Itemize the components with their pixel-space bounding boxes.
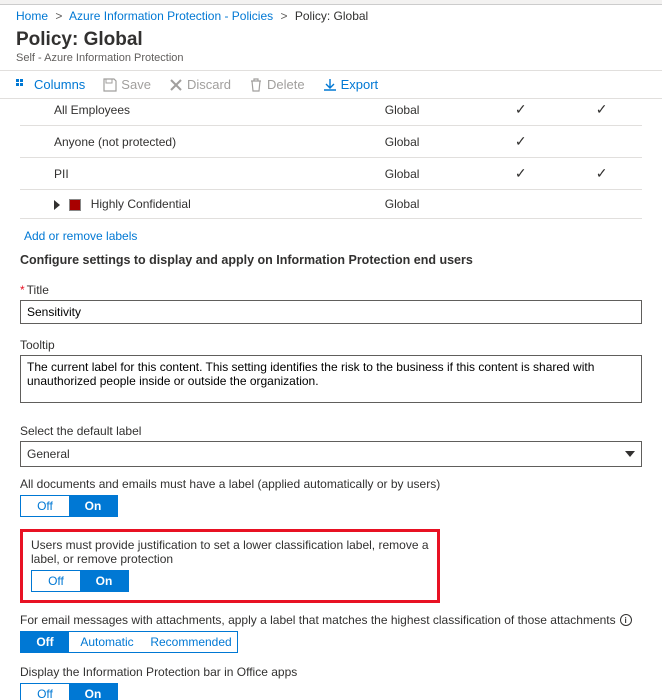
check-icon: ✓ [480,94,561,126]
empty-cell [561,190,642,219]
toggle-off[interactable]: Off [21,496,69,516]
setting-text: Display the Information Protection bar i… [20,665,642,679]
table-row-expandable[interactable]: Highly Confidential Global [20,190,642,219]
breadcrumb-sep: > [55,9,62,23]
breadcrumb-current: Policy: Global [295,9,368,23]
highlighted-setting: Users must provide justification to set … [20,529,440,603]
setting-text: Users must provide justification to set … [31,538,429,566]
check-icon: ✓ [561,158,642,190]
label-name: PII [20,158,381,190]
toggle-justification[interactable]: Off On [31,570,129,592]
check-icon: ✓ [480,158,561,190]
table-row[interactable]: All Employees Global ✓ ✓ [20,94,642,126]
toggle-on[interactable]: On [69,684,117,700]
toggle-off[interactable]: Off [21,684,69,700]
breadcrumb-policies[interactable]: Azure Information Protection - Policies [69,9,273,23]
content-scroll[interactable]: All Employees Global ✓ ✓ Anyone (not pro… [0,90,662,700]
title-input[interactable] [20,300,642,324]
label-scope: Global [381,126,481,158]
label-scope: Global [381,94,481,126]
default-label-select[interactable]: General [20,441,642,467]
toggle-on[interactable]: On [69,496,117,516]
breadcrumb: Home > Azure Information Protection - Po… [0,5,662,27]
setting-text: For email messages with attachments, app… [20,613,642,627]
info-icon[interactable]: i [620,614,632,626]
add-remove-labels-link[interactable]: Add or remove labels [20,225,137,251]
breadcrumb-home[interactable]: Home [16,9,48,23]
toggle-on[interactable]: On [80,571,128,591]
label-scope: Global [381,158,481,190]
toggle-display-bar[interactable]: Off On [20,683,118,700]
empty-cell [561,126,642,158]
label-name: All Employees [20,94,381,126]
default-label-value: General [27,447,70,461]
tooltip-field-label: Tooltip [20,338,642,352]
labels-table: All Employees Global ✓ ✓ Anyone (not pro… [20,94,642,219]
toggle-off[interactable]: Off [32,571,80,591]
setting-attachments: For email messages with attachments, app… [20,613,642,653]
default-label-field-label: Select the default label [20,424,642,438]
page-header: Policy: Global Self - Azure Information … [0,27,662,70]
tooltip-textarea[interactable] [20,355,642,403]
label-text: Highly Confidential [91,197,191,211]
toggle-mandatory[interactable]: Off On [20,495,118,517]
page-subtitle: Self - Azure Information Protection [16,52,646,64]
setting-mandatory-label: All documents and emails must have a lab… [20,477,642,517]
chevron-down-icon [625,451,635,457]
section-heading: Configure settings to display and apply … [20,251,642,277]
title-field-label: *Title [20,283,642,297]
check-icon: ✓ [480,126,561,158]
check-icon: ✓ [561,94,642,126]
label-name: Anyone (not protected) [20,126,381,158]
toggle-recommended[interactable]: Recommended [145,632,237,652]
breadcrumb-sep: > [280,9,287,23]
page-title: Policy: Global [16,29,646,51]
toggle-automatic[interactable]: Automatic [69,632,145,652]
toggle-attachments[interactable]: Off Automatic Recommended [20,631,238,653]
setting-display-bar: Display the Information Protection bar i… [20,665,642,700]
label-name: Highly Confidential [20,190,381,219]
table-row[interactable]: PII Global ✓ ✓ [20,158,642,190]
label-scope: Global [381,190,481,219]
toggle-off[interactable]: Off [21,632,69,652]
expand-icon[interactable] [54,200,60,210]
label-color-swatch [69,199,81,211]
table-row[interactable]: Anyone (not protected) Global ✓ [20,126,642,158]
setting-text: All documents and emails must have a lab… [20,477,642,491]
empty-cell [480,190,561,219]
